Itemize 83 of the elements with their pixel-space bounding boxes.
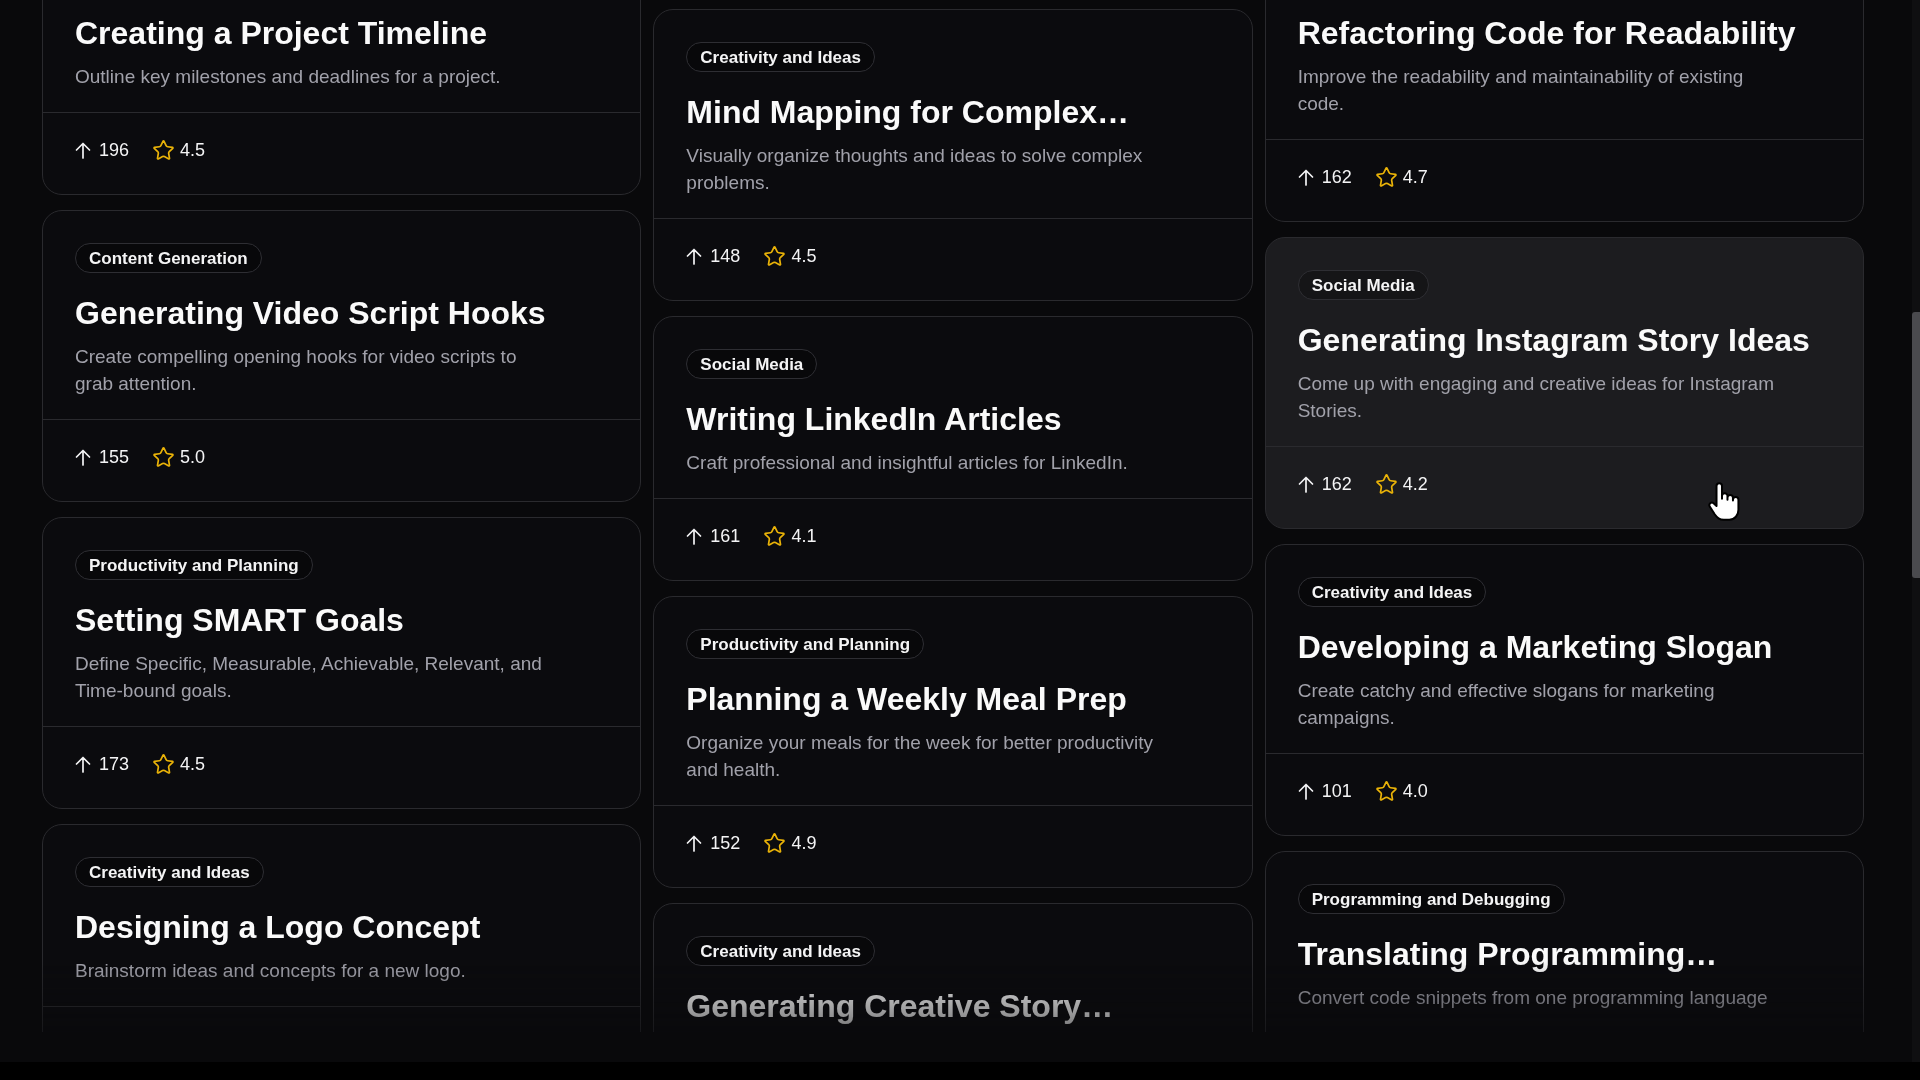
upvote-count: 196 <box>99 141 130 159</box>
card-description: Outline key milestones and deadlines for a project. <box>75 65 501 89</box>
upvote-count: 162 <box>1321 168 1352 186</box>
upvote-count: 162 <box>1321 475 1352 493</box>
rating-value: 4.2 <box>1402 475 1428 493</box>
upvote-count: 101 <box>1321 782 1352 800</box>
arrow-up-icon <box>75 755 91 773</box>
arrow-up-icon <box>1297 475 1314 493</box>
upvote-count: 152 <box>710 834 741 852</box>
card-title: Mind Mapping for Complex… <box>686 93 1129 132</box>
card-title: Setting SMART Goals <box>75 601 404 640</box>
arrow-up-icon <box>686 527 703 545</box>
card-description: Organize your meals for the week for better productivity and health. <box>686 731 1155 782</box>
prompt-card[interactable]: Creativity and Ideas Mind Mapping for Complex… Visually organize thoughts and ideas to solve complex problems. 148 4.5 <box>653 9 1253 301</box>
card-description: Craft professional and insightful articles for LinkedIn. <box>686 451 1128 475</box>
prompt-card[interactable]: Social Media Writing LinkedIn Articles Craft professional and insightful articles for LinkedIn. 161 4.1 <box>653 316 1253 581</box>
star-icon <box>764 833 786 853</box>
prompt-card[interactable]: Creativity and Ideas Generating Creative Story… <box>653 903 1253 1032</box>
star-icon <box>1375 781 1397 801</box>
arrow-up-icon <box>75 448 91 466</box>
star-icon <box>764 526 786 546</box>
prompt-card[interactable]: Creativity and Ideas Designing a Logo Concept Brainstorm ideas and concepts for a new logo. <box>42 824 642 1032</box>
star-icon <box>153 140 175 160</box>
upvote-count: 148 <box>710 247 741 265</box>
category-badge: Social Media <box>686 349 818 379</box>
star-icon <box>1375 167 1397 187</box>
prompt-card[interactable]: Creating a Project Timeline Outline key milestones and deadlines for a project. 196 4.5 <box>42 0 642 195</box>
prompt-card[interactable]: Social Media Generating Instagram Story Ideas Come up with engaging and creative ideas for Instagram Stories. 162 4.2 <box>1264 237 1864 529</box>
card-title: Developing a Marketing Slogan <box>1297 628 1773 667</box>
card-description: Improve the readability and maintainability of existing code. <box>1297 65 1745 116</box>
prompt-card[interactable]: Programming and Debugging Translating Programming… Convert code snippets from one programming language <box>1264 851 1864 1032</box>
upvote-count: 155 <box>99 448 130 466</box>
rating-value: 4.0 <box>1402 782 1428 800</box>
prompt-card[interactable]: Productivity and Planning Setting SMART Goals Define Specific, Measurable, Achievable, Relevant, and Time-bound goals. 173 4.5 <box>42 517 642 809</box>
card-title: Refactoring Code for Readability <box>1297 14 1796 53</box>
star-icon <box>153 447 175 467</box>
card-title: Writing LinkedIn Articles <box>686 400 1062 439</box>
card-title: Generating Creative Story… <box>686 987 1114 1026</box>
upvote-count: 161 <box>710 527 741 545</box>
category-badge: Creativity and Ideas <box>686 42 875 72</box>
hand-cursor-icon <box>1708 481 1740 521</box>
card-title: Translating Programming… <box>1297 935 1718 974</box>
star-icon <box>1375 474 1397 494</box>
category-badge: Creativity and Ideas <box>686 936 875 966</box>
arrow-up-icon <box>686 247 703 265</box>
arrow-up-icon <box>1297 168 1314 186</box>
prompt-card[interactable]: Creativity and Ideas Developing a Marketing Slogan Create catchy and effective slogans for marketing campaigns. 101 4.0 <box>1264 544 1864 836</box>
category-badge: Creativity and Ideas <box>1297 577 1487 607</box>
card-description: Come up with engaging and creative ideas for Instagram Stories. <box>1297 372 1775 423</box>
prompt-card[interactable]: Content Generation Generating Video Script Hooks Create compelling opening hooks for video scripts to grab attention. 155 5.0 <box>42 210 642 502</box>
rating-value: 5.0 <box>180 448 206 466</box>
rating-value: 4.5 <box>180 141 206 159</box>
category-badge: Productivity and Planning <box>75 550 313 580</box>
star-icon <box>153 754 175 774</box>
prompt-card[interactable]: Productivity and Planning Planning a Weekly Meal Prep Organize your meals for the week for better productivity and health. 152 4.9 <box>653 596 1253 888</box>
card-description: Visually organize thoughts and ideas to solve complex problems. <box>686 144 1144 195</box>
rating-value: 4.9 <box>791 834 817 852</box>
category-badge: Creativity and Ideas <box>75 857 264 887</box>
category-badge: Productivity and Planning <box>686 629 924 659</box>
card-title: Generating Instagram Story Ideas <box>1297 321 1810 360</box>
card-title: Creating a Project Timeline <box>75 14 487 53</box>
arrow-up-icon <box>1297 782 1314 800</box>
star-icon <box>764 246 786 266</box>
arrow-up-icon <box>686 834 703 852</box>
prompt-card[interactable]: Refactoring Code for Readability Improve the readability and maintainability of existing code. 162 4.7 <box>1264 0 1864 222</box>
card-title: Designing a Logo Concept <box>75 908 481 947</box>
category-badge: Social Media <box>1297 270 1429 300</box>
category-badge: Content Generation <box>75 243 262 273</box>
category-badge: Programming and Debugging <box>1297 884 1565 914</box>
upvote-count: 173 <box>99 755 130 773</box>
card-description: Define Specific, Measurable, Achievable, Relevant, and Time-bound goals. <box>75 652 543 703</box>
card-title: Planning a Weekly Meal Prep <box>686 680 1127 719</box>
rating-value: 4.5 <box>180 755 206 773</box>
rating-value: 4.5 <box>791 247 817 265</box>
scrollbar-thumb[interactable] <box>1912 312 1920 578</box>
card-description: Convert code snippets from one programming language <box>1297 986 1768 1010</box>
card-description: Create compelling opening hooks for video scripts to grab attention. <box>75 345 518 396</box>
card-description: Brainstorm ideas and concepts for a new logo. <box>75 959 466 983</box>
card-title: Generating Video Script Hooks <box>75 294 546 333</box>
arrow-up-icon <box>75 141 91 159</box>
rating-value: 4.1 <box>791 527 817 545</box>
card-description: Create catchy and effective slogans for marketing campaigns. <box>1297 679 1716 730</box>
rating-value: 4.7 <box>1402 168 1428 186</box>
